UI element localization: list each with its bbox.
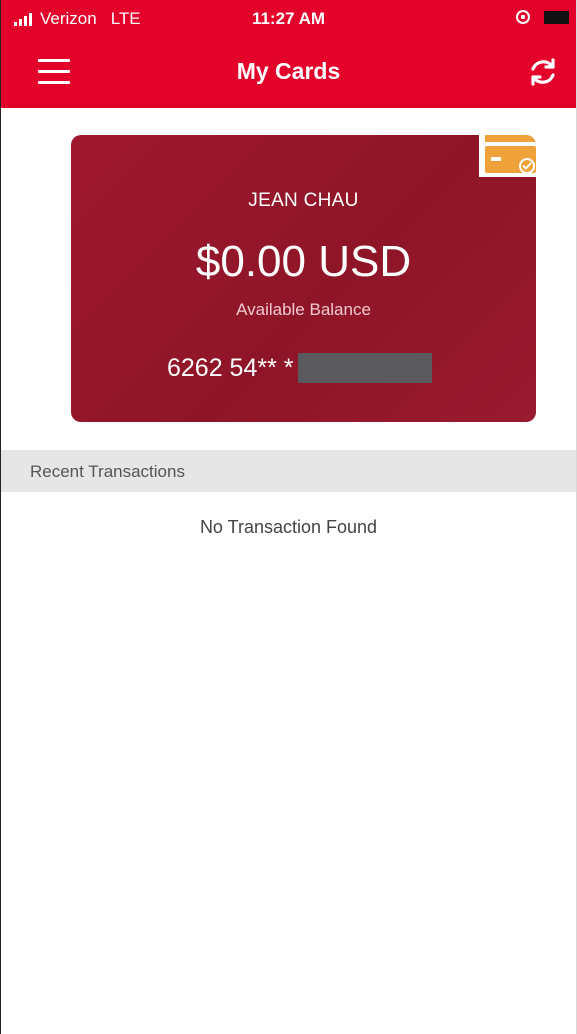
- status-right: [516, 10, 569, 24]
- payment-card[interactable]: JEAN CHAU $0.00 USD Available Balance 62…: [71, 135, 536, 422]
- card-number: 6262 54** *: [167, 353, 294, 382]
- card-balance: $0.00 USD: [195, 237, 412, 286]
- card-holder-name: JEAN CHAU: [248, 190, 359, 211]
- refresh-icon: [531, 58, 555, 86]
- refresh-button[interactable]: [527, 56, 559, 88]
- page-title: My Cards: [236, 58, 341, 84]
- no-transactions-message: No Transaction Found: [199, 517, 378, 537]
- battery-icon: [544, 10, 569, 24]
- recent-transactions-header: Recent Transactions: [0, 450, 577, 492]
- card-number-redaction: [297, 353, 432, 383]
- status-time: 11:27 AM: [251, 9, 326, 28]
- card-number-row: 6262 54** *: [167, 353, 432, 383]
- frame-edge: [0, 0, 1, 1034]
- status-bar: Verizon LTE 11:27 AM: [0, 0, 577, 36]
- card-balance-label: Available Balance: [236, 300, 371, 319]
- section-header-label: Recent Transactions: [30, 462, 185, 481]
- card-badge: [479, 135, 536, 177]
- orientation-lock-icon: [516, 10, 530, 24]
- card-check-icon: [485, 135, 536, 174]
- nav-bar: My Cards: [0, 36, 577, 108]
